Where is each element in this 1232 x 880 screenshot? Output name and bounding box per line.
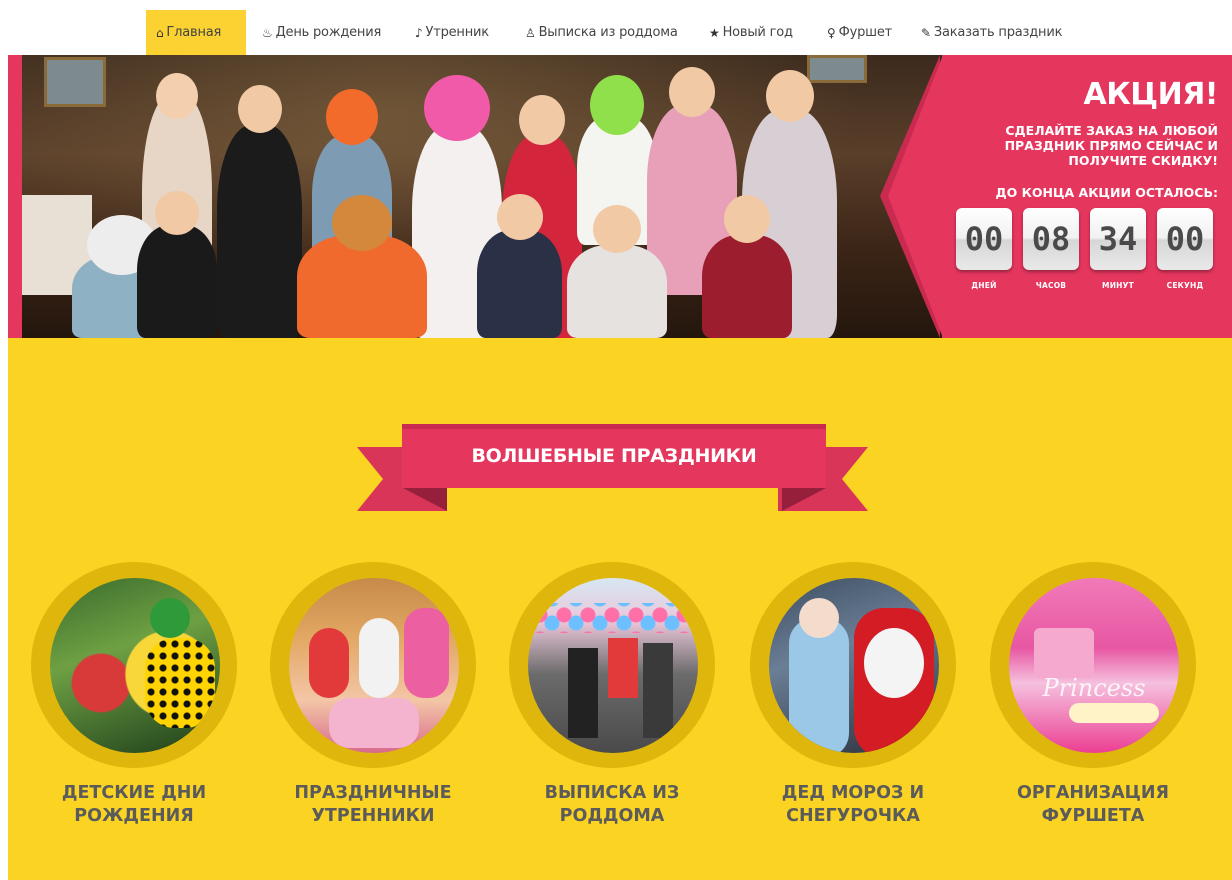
star-icon: ★	[709, 25, 720, 40]
nav-item-matinee[interactable]: ♪ Утренник	[415, 10, 489, 55]
nav-item-label: Утренник	[425, 25, 489, 40]
section-title-ribbon: ВОЛШЕБНЫЕ ПРАЗДНИКИ	[402, 424, 826, 488]
nav-item-discharge[interactable]: ♙ Выписка из роддома	[525, 10, 678, 55]
service-image-birthday[interactable]	[50, 578, 220, 753]
nav-item-label: Фуршет	[838, 25, 893, 40]
service-image-discharge[interactable]	[528, 578, 698, 753]
service-image-ded-moroz[interactable]	[769, 578, 939, 753]
nav-item-label: Новый год	[722, 25, 793, 40]
nav-item-label: Главная	[166, 25, 222, 40]
service-title-birthday[interactable]: ДЕТСКИЕ ДНИ РОЖДЕНИЯ	[21, 782, 247, 828]
countdown-seconds-label: СЕКУНД	[1166, 281, 1204, 290]
nav-item-new-year[interactable]: ★ Новый год	[709, 10, 793, 55]
nav-item-buffet[interactable]: ♀ Фуршет	[827, 10, 892, 55]
countdown-minutes-label: МИНУТ	[1102, 281, 1134, 290]
promo-deadline: ДО КОНЦА АКЦИИ ОСТАЛОСЬ:	[995, 185, 1218, 200]
glass-icon: ♀	[827, 25, 836, 40]
service-image-buffet[interactable]: Princess	[1009, 578, 1179, 753]
top-navigation: ⌂ Главная ♨ День рождения ♪ Утренник ♙ В…	[0, 0, 1232, 55]
nav-item-label: День рождения	[275, 25, 382, 40]
hero-banner: АКЦИЯ! СДЕЛАЙТЕ ЗАКАЗ НА ЛЮБОЙ ПРАЗДНИК …	[8, 55, 1232, 338]
section-title: ВОЛШЕБНЫЕ ПРАЗДНИКИ	[471, 445, 757, 467]
nav-item-birthday[interactable]: ♨ День рождения	[262, 10, 381, 55]
pencil-icon: ✎	[921, 25, 931, 40]
countdown-days-label: ДНЕЙ	[971, 281, 997, 290]
promo-title: АКЦИЯ!	[1083, 77, 1219, 112]
service-title-buffet[interactable]: ОРГАНИЗАЦИЯ ФУРШЕТА	[980, 782, 1206, 828]
countdown-hours-label: ЧАСОВ	[1035, 281, 1067, 290]
hero-party-photo	[22, 55, 942, 338]
service-title-matinee[interactable]: ПРАЗДНИЧНЫЕ УТРЕННИКИ	[260, 782, 486, 828]
baby-icon: ♙	[525, 25, 536, 40]
bell-icon: ♪	[415, 25, 423, 40]
princess-caption: Princess	[1042, 674, 1146, 702]
service-title-ded-moroz[interactable]: ДЕД МОРОЗ И СНЕГУРОЧКА	[740, 782, 966, 828]
service-image-matinee[interactable]	[289, 578, 459, 753]
service-title-discharge[interactable]: ВЫПИСКА ИЗ РОДДОМА	[499, 782, 725, 828]
nav-item-home[interactable]: ⌂ Главная	[146, 10, 246, 55]
countdown-minutes: 34	[1090, 208, 1146, 270]
nav-item-order[interactable]: ✎ Заказать праздник	[921, 10, 1062, 55]
nav-item-label: Заказать праздник	[933, 25, 1063, 40]
home-icon: ⌂	[156, 25, 164, 40]
promo-text: СДЕЛАЙТЕ ЗАКАЗ НА ЛЮБОЙ ПРАЗДНИК ПРЯМО С…	[1004, 123, 1218, 168]
countdown-hours: 08	[1023, 208, 1079, 270]
nav-item-label: Выписка из роддома	[538, 25, 678, 40]
countdown-seconds: 00	[1157, 208, 1213, 270]
cake-icon: ♨	[262, 25, 273, 40]
countdown-days: 00	[956, 208, 1012, 270]
